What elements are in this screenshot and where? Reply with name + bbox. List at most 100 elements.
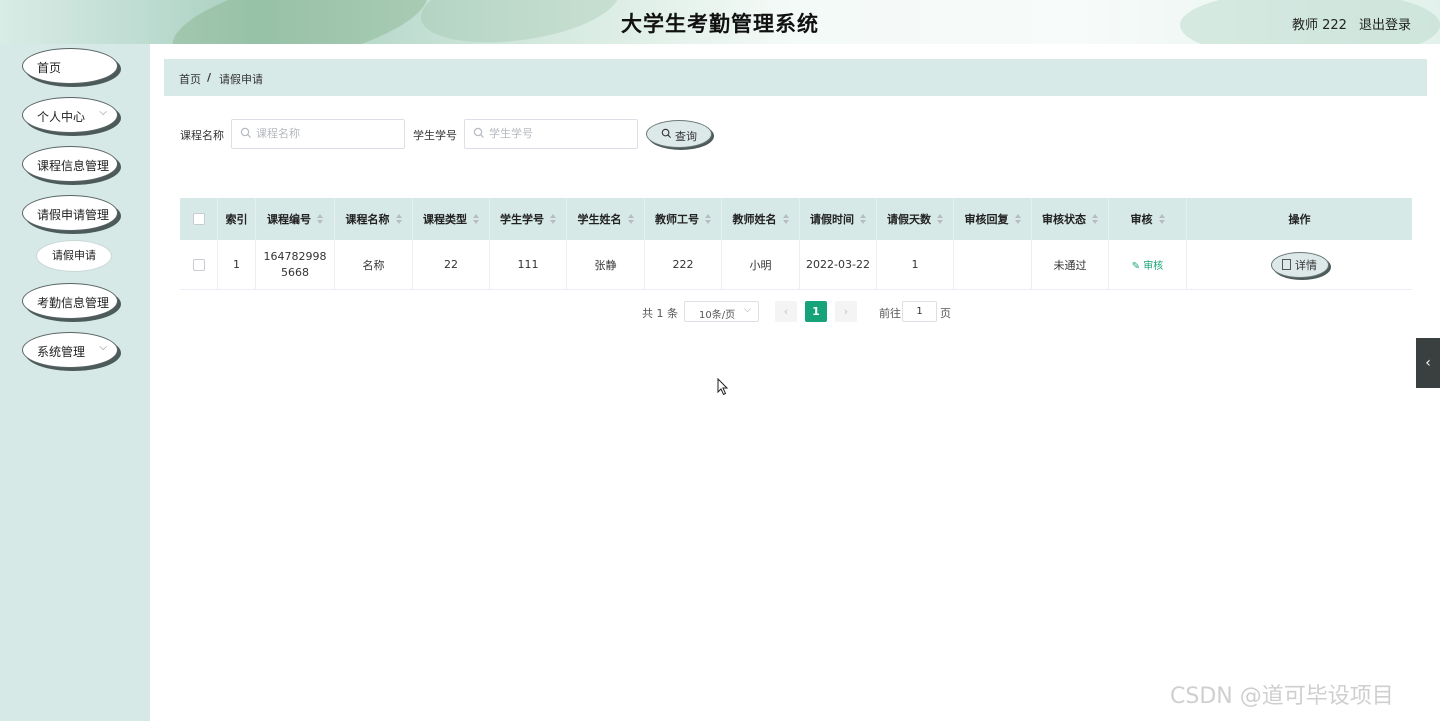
detail-button[interactable]: 详情 <box>1270 251 1329 278</box>
sort-icon[interactable] <box>473 214 479 224</box>
cell-leave-time: 2022-03-22 <box>800 240 877 289</box>
sort-icon[interactable] <box>1092 214 1098 224</box>
audit-link[interactable]: ✎ 审核 <box>1132 257 1164 272</box>
cell-student-no: 111 <box>490 240 567 289</box>
search-icon <box>661 128 672 139</box>
sidebar-item-leave-management[interactable]: 请假申请管理 <box>22 195 118 231</box>
sidebar-subitem-leave-application[interactable]: 请假申请 <box>36 240 112 272</box>
sidebar: 首页 个人中心 ⌵ 课程信息管理 请假申请管理 请假申请 考勤信息管理 系统管理… <box>0 44 150 721</box>
column-header-leave-time[interactable]: 请假时间 <box>800 198 877 240</box>
breadcrumb-home[interactable]: 首页 <box>179 71 201 87</box>
column-header-course-name[interactable]: 课程名称 <box>335 198 413 240</box>
page-suffix: 页 <box>940 307 951 320</box>
column-header-leave-days[interactable]: 请假天数 <box>877 198 954 240</box>
collapse-panel-button[interactable]: ‹ <box>1416 338 1440 388</box>
chevron-down-icon: ⌵ <box>744 305 751 315</box>
page-size-select[interactable]: 10条/页 ⌵ <box>684 301 759 322</box>
column-header-index: 索引 <box>218 198 256 240</box>
column-header-teacher-no[interactable]: 教师工号 <box>645 198 722 240</box>
row-select-cell[interactable] <box>180 240 218 289</box>
sidebar-item-system-management[interactable]: 系统管理 ⌵ <box>22 332 118 368</box>
course-name-field[interactable] <box>231 119 405 149</box>
cell-reply <box>954 240 1032 289</box>
current-page-button[interactable]: 1 <box>805 301 827 322</box>
column-header-actions: 操作 <box>1288 213 1311 226</box>
query-button-label: 查询 <box>675 130 697 143</box>
cell-teacher-name: 小明 <box>722 240 800 289</box>
cell-status: 未通过 <box>1032 240 1109 289</box>
sort-icon[interactable] <box>550 214 556 224</box>
breadcrumb-separator: / <box>207 71 212 84</box>
current-user: 教师 222 <box>1292 18 1347 33</box>
breadcrumb: 首页 / 请假申请 <box>164 59 1427 96</box>
sidebar-item-label: 课程信息管理 <box>37 159 110 173</box>
edit-icon: ✎ <box>1131 261 1141 272</box>
column-header-student-no[interactable]: 学生学号 <box>490 198 567 240</box>
sort-icon[interactable] <box>860 214 866 224</box>
row-checkbox[interactable] <box>192 258 205 271</box>
sort-icon[interactable] <box>317 214 323 224</box>
sidebar-item-label: 请假申请管理 <box>37 208 110 222</box>
chevron-down-icon: ⌵ <box>99 342 107 353</box>
column-header-teacher-name[interactable]: 教师姓名 <box>722 198 800 240</box>
student-no-label: 学生学号 <box>413 129 457 142</box>
cell-actions: 详情 <box>1187 240 1412 289</box>
sidebar-item-personal-center[interactable]: 个人中心 ⌵ <box>22 97 118 133</box>
column-header-course-no[interactable]: 课程编号 <box>256 198 335 240</box>
sort-icon[interactable] <box>1158 214 1165 224</box>
cell-course-name: 名称 <box>335 240 413 289</box>
sidebar-item-attendance-management[interactable]: 考勤信息管理 <box>22 283 118 319</box>
chevron-down-icon: ⌵ <box>99 107 107 118</box>
select-all-cell[interactable] <box>180 198 218 240</box>
sort-icon[interactable] <box>627 214 634 224</box>
sort-icon[interactable] <box>705 214 711 224</box>
column-header-status[interactable]: 审核状态 <box>1032 198 1109 240</box>
cell-audit: ✎ 审核 <box>1109 240 1187 289</box>
student-no-input[interactable] <box>487 126 631 141</box>
watermark: CSDN @道可毕设项目 <box>1170 684 1394 709</box>
sidebar-item-label: 个人中心 <box>37 110 86 124</box>
course-name-label: 课程名称 <box>180 129 224 142</box>
cell-student-name: 张静 <box>567 240 645 289</box>
cell-index: 1 <box>218 240 256 289</box>
document-icon <box>1282 259 1291 270</box>
cell-course-no: 1647829985668 <box>256 240 335 289</box>
search-icon <box>473 127 484 138</box>
search-icon <box>240 127 251 138</box>
sort-icon[interactable] <box>1014 214 1021 224</box>
next-page-button[interactable]: › <box>835 301 857 322</box>
column-header-reply[interactable]: 审核回复 <box>954 198 1032 240</box>
sidebar-item-label: 首页 <box>37 61 62 75</box>
sidebar-item-label: 系统管理 <box>37 345 86 359</box>
sidebar-item-label: 考勤信息管理 <box>37 296 110 310</box>
app-title: 大学生考勤管理系统 <box>621 12 819 36</box>
column-header-course-type[interactable]: 课程类型 <box>413 198 490 240</box>
student-no-field[interactable] <box>464 119 638 149</box>
cell-leave-days: 1 <box>877 240 954 289</box>
table-header-row: 索引 课程编号 课程名称 课程类型 学生学号 学生姓名 教师工号 教师姓名 请假… <box>180 198 1412 240</box>
cell-teacher-no: 222 <box>645 240 722 289</box>
column-header-student-name[interactable]: 学生姓名 <box>567 198 645 240</box>
top-header: 大学生考勤管理系统 教师 222 退出登录 <box>0 0 1440 44</box>
page-size-value: 10条/页 <box>699 310 736 321</box>
goto-page-input[interactable]: 1 <box>902 301 937 322</box>
sort-icon[interactable] <box>937 214 943 224</box>
sort-icon[interactable] <box>395 214 402 224</box>
column-header-audit[interactable]: 审核 <box>1109 198 1187 240</box>
audit-link-label: 审核 <box>1143 261 1164 272</box>
mouse-cursor-icon <box>717 378 729 396</box>
cell-course-type: 22 <box>413 240 490 289</box>
course-name-input[interactable] <box>254 126 398 141</box>
chevron-left-icon: ‹ <box>1425 355 1431 371</box>
goto-label: 前往 <box>879 307 901 320</box>
sort-icon[interactable] <box>782 214 789 224</box>
prev-page-button[interactable]: ‹ <box>775 301 797 322</box>
sidebar-item-course-management[interactable]: 课程信息管理 <box>22 146 118 182</box>
select-all-checkbox[interactable] <box>192 213 205 225</box>
sidebar-item-home[interactable]: 首页 <box>22 48 118 84</box>
query-button[interactable]: 查询 <box>646 120 712 148</box>
table-row: 1 1647829985668 名称 22 111 张静 222 小明 2022… <box>180 240 1412 290</box>
logout-link[interactable]: 退出登录 <box>1359 14 1411 33</box>
detail-button-label: 详情 <box>1295 258 1317 272</box>
pagination-total: 共 1 条 <box>642 307 678 320</box>
